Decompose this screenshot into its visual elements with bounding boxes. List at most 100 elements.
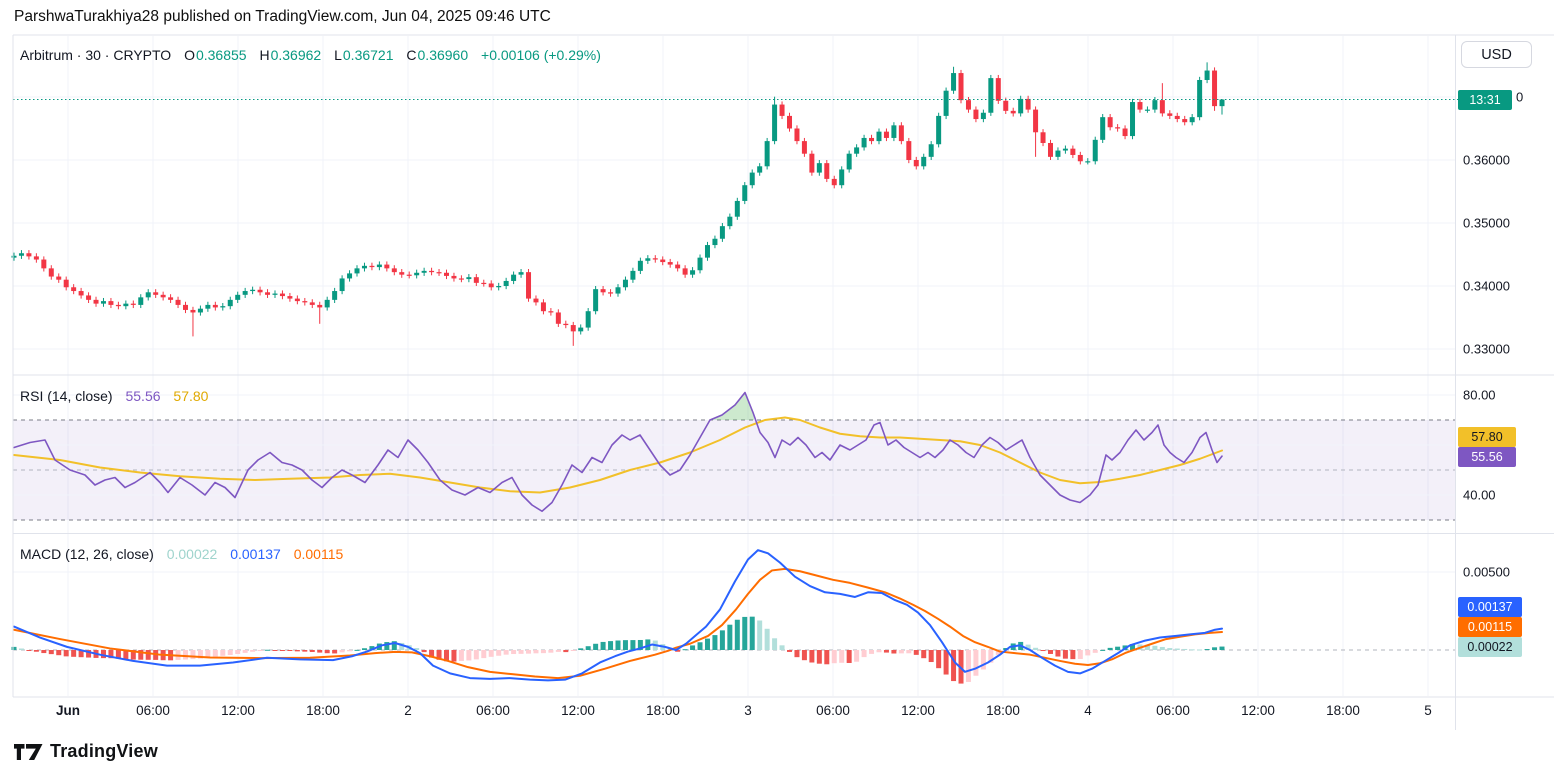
rsi-value-badge: 57.80: [1458, 427, 1516, 447]
candle-body: [1100, 117, 1106, 140]
macd-histogram-bar: [727, 624, 733, 650]
macd-histogram-bar: [466, 650, 472, 661]
macd-histogram-bar: [302, 650, 308, 652]
candle-body: [690, 270, 696, 275]
macd-histogram-bar: [1204, 649, 1210, 651]
candle-body: [973, 109, 979, 120]
macd-histogram-bar: [526, 650, 532, 654]
macd-histogram-bar: [1174, 648, 1180, 650]
candle-body: [593, 289, 599, 312]
rsi-ma-value: 57.80: [173, 388, 209, 404]
time-axis-label[interactable]: 12:00: [901, 703, 935, 718]
rsi-title[interactable]: RSI (14, close): [20, 388, 113, 404]
macd-histogram-bar: [488, 650, 494, 657]
candle-body: [533, 298, 539, 303]
candle-body: [1055, 150, 1061, 157]
macd-histogram-bar: [809, 650, 815, 663]
candle-body: [279, 293, 285, 297]
candle-body: [511, 274, 517, 281]
candle-body: [1085, 161, 1091, 163]
candle-body: [1204, 70, 1210, 80]
candle-body: [26, 253, 32, 257]
time-axis-label[interactable]: 06:00: [136, 703, 170, 718]
candle-body: [861, 137, 867, 148]
macd-histogram-bar: [458, 650, 464, 661]
price-axis-label-partial: 0: [1516, 89, 1524, 105]
macd-histogram-bar: [630, 640, 636, 650]
candle-body: [473, 277, 479, 283]
rsi-legend[interactable]: RSI (14, close) 55.56 57.80: [20, 388, 208, 404]
macd-histogram-bar: [332, 650, 338, 654]
time-axis-label[interactable]: Jun: [56, 703, 80, 718]
candle-body: [615, 287, 621, 294]
macd-histogram-bar: [257, 650, 263, 651]
time-axis-label[interactable]: 18:00: [306, 703, 340, 718]
candle-body: [921, 156, 927, 167]
time-axis-label[interactable]: 06:00: [476, 703, 510, 718]
macd-title[interactable]: MACD (12, 26, close): [20, 546, 154, 562]
candle-body: [608, 292, 614, 294]
main-legend[interactable]: Arbitrum · 30 · CRYPTO O0.36855 H0.36962…: [20, 47, 601, 63]
candle-body: [1092, 139, 1098, 162]
macd-histogram-bar: [287, 650, 293, 651]
macd-histogram-bar: [1033, 647, 1039, 650]
macd-histogram-bar: [973, 650, 979, 676]
candle-body: [734, 200, 740, 217]
macd-histogram-bar: [1189, 649, 1195, 651]
time-axis-label[interactable]: 18:00: [1326, 703, 1360, 718]
candle-body: [809, 153, 815, 173]
candle-body: [503, 280, 509, 286]
macd-histogram-bar: [250, 650, 256, 652]
candle-countdown-badge: 13:31: [1458, 89, 1512, 110]
currency-toggle-button[interactable]: USD: [1461, 41, 1532, 68]
candle-body: [220, 306, 226, 308]
candle-body: [563, 323, 569, 326]
candle-body: [943, 90, 949, 116]
macd-histogram-bar: [869, 650, 875, 654]
macd-histogram-bar: [712, 635, 718, 650]
candle-body: [637, 260, 643, 271]
candle-body: [488, 283, 494, 288]
tradingview-watermark[interactable]: TradingView: [14, 741, 158, 762]
macd-line: [13, 549, 1223, 682]
candle-body: [481, 282, 487, 285]
time-axis-label[interactable]: 5: [1424, 703, 1432, 718]
time-axis-label[interactable]: 3: [744, 703, 752, 718]
candle-body: [742, 185, 748, 201]
candle-body: [63, 279, 69, 288]
high-value: 0.36962: [270, 47, 322, 63]
time-axis-label[interactable]: 18:00: [646, 703, 680, 718]
time-axis-label[interactable]: 12:00: [561, 703, 595, 718]
macd-histogram-bar: [227, 650, 233, 655]
candle-body: [1219, 99, 1225, 107]
macd-histogram-bar: [473, 650, 479, 660]
macd-histogram-bar: [1077, 650, 1083, 660]
time-axis-label[interactable]: 4: [1084, 703, 1092, 718]
time-axis-label[interactable]: 12:00: [221, 703, 255, 718]
symbol-title[interactable]: Arbitrum · 30 · CRYPTO: [20, 47, 171, 63]
candle-body: [250, 289, 256, 292]
price-axis-label: 0.33000: [1463, 341, 1510, 357]
macd-histogram-bar: [615, 640, 621, 650]
time-axis-label[interactable]: 06:00: [816, 703, 850, 718]
candle-body: [883, 131, 889, 138]
macd-histogram-bar: [451, 650, 457, 662]
macd-histogram-bar: [56, 650, 62, 656]
candle-body: [772, 104, 778, 142]
macd-histogram-bar: [1152, 645, 1158, 650]
macd-histogram-bar: [682, 649, 688, 651]
candle-body: [1115, 127, 1121, 129]
time-axis-label[interactable]: 06:00: [1156, 703, 1190, 718]
macd-histogram-bar: [943, 650, 949, 675]
time-axis-label[interactable]: 12:00: [1241, 703, 1275, 718]
candle-body: [183, 304, 189, 310]
price-axis-label: 0.36000: [1463, 152, 1510, 168]
open-label: O: [184, 47, 195, 63]
time-axis-label[interactable]: 2: [404, 703, 412, 718]
time-axis-label[interactable]: 18:00: [986, 703, 1020, 718]
tradingview-snapshot: ParshwaTurakhiya28 published on TradingV…: [0, 0, 1554, 772]
candle-body: [675, 264, 681, 269]
candle-body: [794, 128, 800, 142]
macd-legend[interactable]: MACD (12, 26, close) 0.00022 0.00137 0.0…: [20, 546, 343, 562]
macd-signal-line: [13, 567, 1223, 680]
